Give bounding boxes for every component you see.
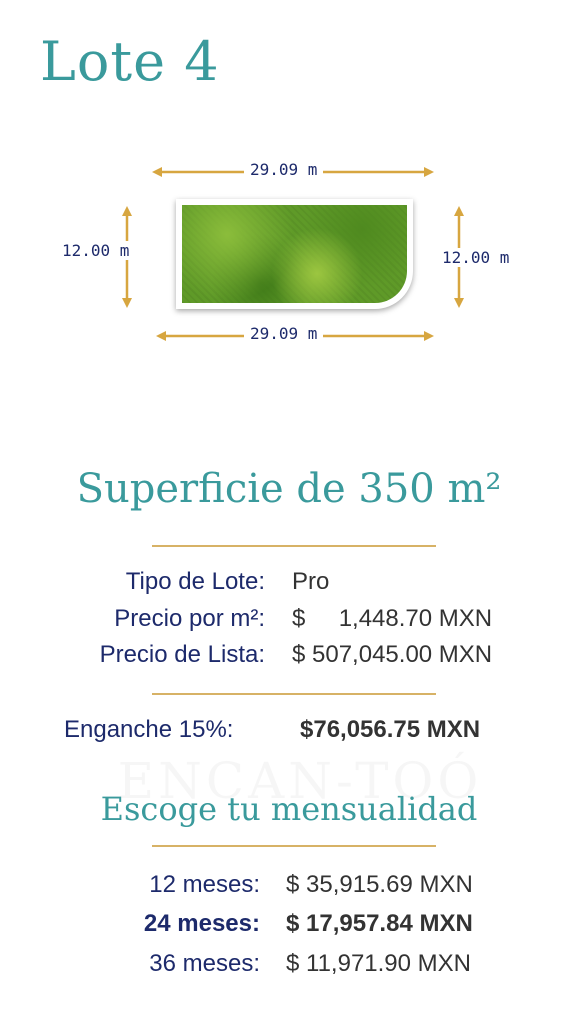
down-payment-label: Enganche 15%: — [64, 716, 234, 743]
down-payment-value: $76,056.75 MXN — [300, 716, 481, 743]
right-dimension-label: 12.00 m — [436, 248, 516, 267]
top-dimension-label: 29.09 m — [244, 160, 324, 179]
plan-value-12: $ 35,915.69 MXN — [286, 871, 473, 898]
plan-value-36: $ 11,971.90 MXN — [286, 950, 472, 977]
detail-value-list-price: $ 507,045.00 MXN — [292, 641, 493, 668]
plan-label-12: 12 meses: — [149, 871, 260, 898]
plan-label-36: 36 meses: — [149, 950, 260, 977]
left-dimension-label: 12.00 m — [56, 241, 136, 260]
grass-texture — [182, 205, 407, 303]
divider — [152, 545, 436, 547]
detail-label-price-m2: Precio por m²: — [114, 605, 265, 632]
plan-label-24: 24 meses: — [143, 910, 260, 937]
detail-value-price-m2: $ 1,448.70 MXN — [292, 605, 493, 632]
detail-value-type: Pro — [292, 568, 330, 595]
choose-title: Escoge tu mensualidad — [100, 790, 478, 828]
detail-label-list-price: Precio de Lista: — [99, 641, 265, 668]
detail-label-type: Tipo de Lote: — [125, 568, 265, 595]
plan-value-24: $ 17,957.84 MXN — [286, 910, 473, 937]
divider — [152, 845, 436, 847]
bottom-dimension-label: 29.09 m — [244, 324, 324, 343]
area-title: Superficie de 350 m² — [76, 466, 502, 512]
divider — [152, 693, 436, 695]
lot-shape — [176, 199, 413, 309]
